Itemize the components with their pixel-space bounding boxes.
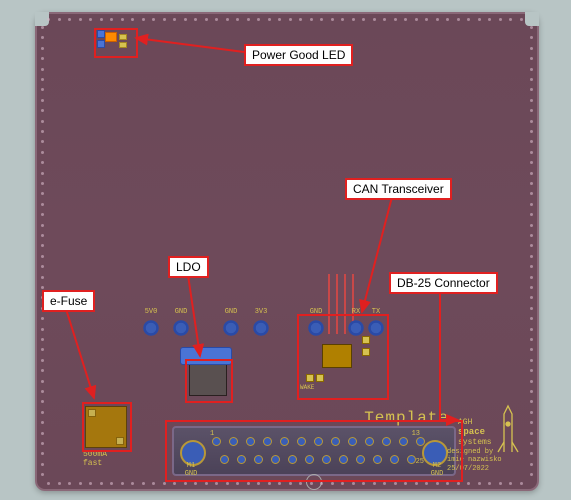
callout-arrows [0,0,571,500]
label-efuse: e-Fuse [42,290,95,312]
label-ldo: LDO [168,256,209,278]
label-can-transceiver: CAN Transceiver [345,178,452,200]
label-db25: DB-25 Connector [389,272,498,294]
label-power-good-led: Power Good LED [244,44,353,66]
pcb-figure: // placeholder — generated below after d… [0,0,571,500]
